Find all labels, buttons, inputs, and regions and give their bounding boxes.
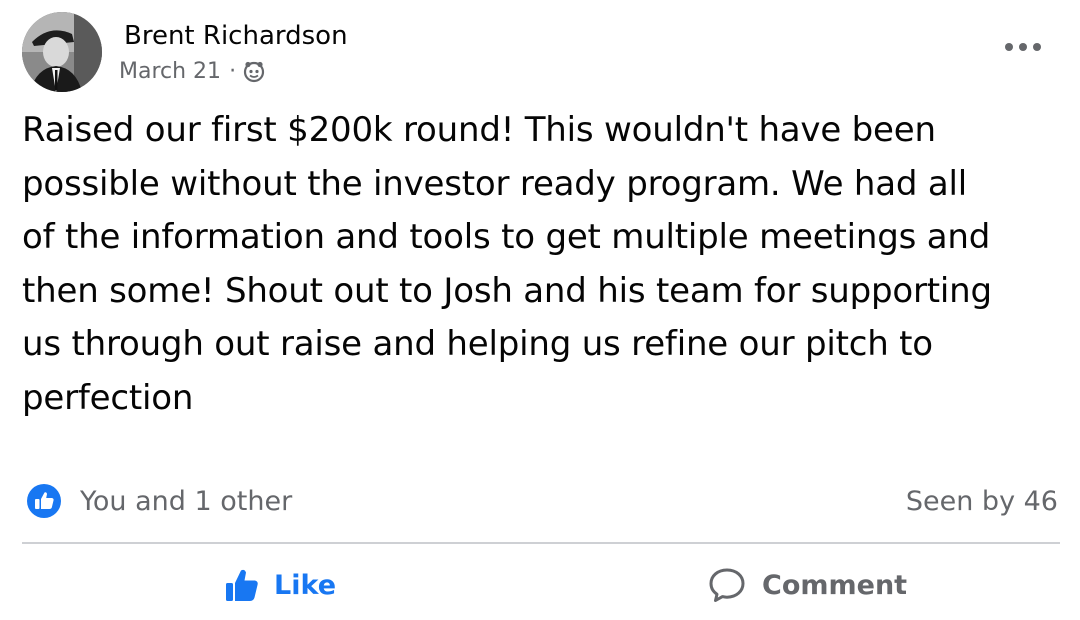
author-name[interactable]: Brent Richardson <box>124 19 348 53</box>
friends-icon[interactable] <box>242 59 266 83</box>
reactions-bar: You and 1 other <box>26 482 292 520</box>
like-label: Like <box>274 569 337 601</box>
thumbs-up-icon <box>226 569 258 601</box>
post-meta: March 21 · <box>119 56 266 86</box>
post-text: Raised our first $200k round! This would… <box>22 110 992 418</box>
like-reaction-icon[interactable] <box>26 483 62 519</box>
post-date[interactable]: March 21 <box>119 59 221 84</box>
divider <box>22 542 1060 544</box>
comment-icon <box>709 568 745 602</box>
post-card: Brent Richardson March 21 · Raised our f… <box>0 0 1080 620</box>
avatar[interactable] <box>22 12 102 92</box>
comment-label: Comment <box>762 569 908 601</box>
avatar-photo <box>22 12 102 92</box>
more-dots-icon <box>1005 43 1041 51</box>
comment-button[interactable]: Comment <box>708 562 907 608</box>
seen-by-count[interactable]: Seen by 46 <box>906 482 1058 520</box>
like-button[interactable]: Like <box>222 562 336 608</box>
reaction-summary[interactable]: You and 1 other <box>80 486 292 517</box>
meta-separator: · <box>229 58 237 84</box>
more-options-button[interactable] <box>996 30 1050 64</box>
